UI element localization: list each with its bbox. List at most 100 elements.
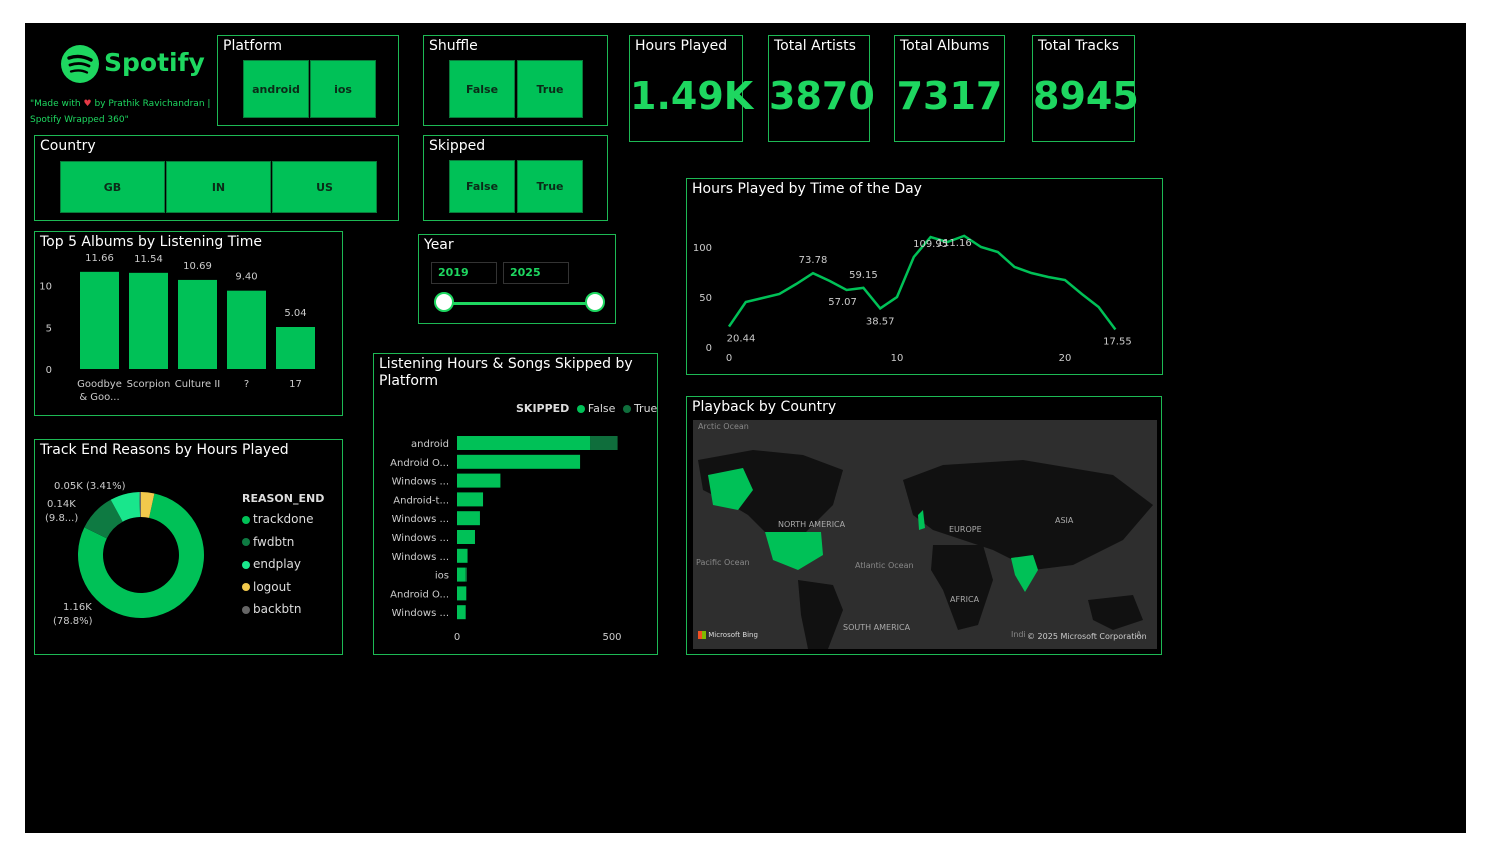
legend-label: backbtn bbox=[253, 602, 302, 616]
shuffle-slicer-title: Shuffle bbox=[429, 38, 478, 54]
y-tick-label: 100 bbox=[693, 243, 712, 254]
platform-bar-false bbox=[457, 473, 501, 488]
album-bar bbox=[80, 271, 119, 369]
platform-category-label: Windows ... bbox=[392, 608, 449, 619]
year-slider-start-handle[interactable] bbox=[434, 292, 454, 312]
country-option-us[interactable]: US bbox=[272, 161, 377, 213]
legend-label: logout bbox=[253, 579, 291, 594]
legend-dot bbox=[242, 605, 250, 614]
year-end-input[interactable]: 2025 bbox=[503, 262, 569, 284]
skipped-option-true[interactable]: True bbox=[517, 160, 583, 213]
kpi-hours-played-value: 1.49K bbox=[630, 74, 754, 118]
platform-category-label: ios bbox=[435, 571, 449, 582]
platform-bar-false bbox=[457, 586, 467, 601]
world-map-svg bbox=[698, 450, 1153, 649]
album-data-label: 9.40 bbox=[235, 272, 257, 283]
map-region-us bbox=[765, 532, 823, 570]
track-end-legend: REASON_END trackdone fwdbtn endplay logout b… bbox=[242, 492, 325, 616]
kpi-total-artists: Total Artists 3870 bbox=[768, 35, 875, 142]
line-chart-svg: 0501000 10 2020.4473.7857.0759.1538.57109.… bbox=[693, 234, 1132, 364]
album-data-label: 5.04 bbox=[284, 308, 306, 319]
x-tick-label: 0 bbox=[726, 353, 732, 364]
track-end-title: Track End Reasons by Hours Played bbox=[40, 442, 289, 458]
platform-slicer-title: Platform bbox=[223, 38, 283, 54]
shuffle-option-false[interactable]: False bbox=[449, 60, 515, 118]
album-bar bbox=[129, 272, 168, 369]
shuffle-option-true[interactable]: True bbox=[517, 60, 583, 118]
spotify-logo-icon bbox=[61, 45, 99, 83]
donut-label-fwdbtn: 0.14K bbox=[47, 499, 76, 510]
map-region-india bbox=[1011, 555, 1038, 592]
platform-option-android[interactable]: android bbox=[243, 60, 309, 118]
year-slider-end-handle[interactable] bbox=[585, 292, 605, 312]
country-slicer: Country GB IN US bbox=[34, 135, 399, 221]
logo-wordmark: Spotify bbox=[104, 48, 205, 77]
x-tick-label: 0 bbox=[454, 632, 460, 643]
album-bar-chart-svg: 0 5 10 11.66 Goodbye & Goo... 11.54 Scorpion 10.… bbox=[39, 253, 315, 403]
y-tick-label: 50 bbox=[699, 293, 712, 304]
legend-item-logout: logout bbox=[242, 580, 291, 594]
legend-item-fwdbtn: fwdbtn bbox=[242, 535, 294, 549]
album-category-label: Scorpion bbox=[127, 379, 171, 390]
year-slicer: Year 2019 2025 bbox=[418, 234, 616, 324]
album-bar bbox=[178, 279, 217, 369]
album-bar bbox=[276, 327, 315, 369]
y-tick-label: 10 bbox=[39, 282, 52, 293]
legend-item-trackdone: trackdone bbox=[242, 512, 314, 526]
album-category-label: 17 bbox=[289, 379, 302, 390]
map-area[interactable]: Arctic Ocean NORTH AMERICA EUROPE ASIA P… bbox=[693, 420, 1157, 649]
x-tick-label: 10 bbox=[891, 353, 904, 364]
album-category-label: Culture II bbox=[175, 379, 220, 390]
donut-label-trackdone: 1.16K bbox=[63, 602, 92, 613]
donut-chart-svg: 0.05K (3.41%) 0.14K (9.8...) 1.16K (78.8%) bbox=[45, 481, 204, 627]
kpi-total-tracks-value: 8945 bbox=[1033, 74, 1139, 118]
logo-block: Spotify "Made with ♥ by Prathik Ravichan… bbox=[30, 38, 215, 128]
kpi-total-artists-value: 3870 bbox=[769, 74, 875, 118]
platform-option-ios[interactable]: ios bbox=[310, 60, 376, 118]
platform-category-label: Windows ... bbox=[392, 477, 449, 488]
line-data-label: 57.07 bbox=[828, 297, 857, 308]
kpi-total-tracks: Total Tracks 8945 bbox=[1032, 35, 1139, 142]
line-data-label: 73.78 bbox=[799, 255, 828, 266]
album-data-label: 10.69 bbox=[183, 261, 212, 272]
y-tick-label: 0 bbox=[706, 343, 712, 354]
platform-skips-chart: Listening Hours & Songs Skipped by Platf… bbox=[373, 353, 658, 655]
donut-label-trackdone-pct: (78.8%) bbox=[53, 616, 93, 627]
playback-map-title: Playback by Country bbox=[692, 399, 837, 415]
platform-bar-false bbox=[457, 548, 468, 563]
legend-label: trackdone bbox=[253, 512, 314, 526]
album-data-label: 11.54 bbox=[134, 254, 163, 265]
line-data-label: 20.44 bbox=[727, 334, 756, 345]
country-option-in[interactable]: IN bbox=[166, 161, 271, 213]
legend-label: fwdbtn bbox=[253, 534, 295, 549]
year-slicer-title: Year bbox=[424, 237, 454, 253]
year-start-input[interactable]: 2019 bbox=[431, 262, 497, 284]
legend-dot bbox=[242, 560, 250, 569]
legend-dot bbox=[242, 515, 250, 524]
dashboard-canvas: Spotify "Made with ♥ by Prathik Ravichan… bbox=[25, 23, 1466, 833]
platform-bar-true bbox=[590, 436, 618, 450]
legend-item-backbtn: backbtn bbox=[242, 602, 301, 616]
legend-dot bbox=[242, 538, 250, 546]
platform-bar-chart-svg: android Android O... Windows ... Android-t.… bbox=[390, 436, 622, 643]
skipped-slicer: Skipped False True bbox=[423, 135, 608, 221]
bing-logo: Microsoft Bing bbox=[698, 631, 758, 639]
hours-by-time-chart: Hours Played by Time of the Day 0 50 100 0 1… bbox=[686, 178, 1163, 375]
country-option-gb[interactable]: GB bbox=[60, 161, 165, 213]
platform-bar-false bbox=[457, 454, 581, 469]
platform-category-label: Android O... bbox=[390, 458, 449, 469]
platform-bar-true bbox=[465, 567, 467, 582]
platform-bar-false bbox=[457, 605, 466, 620]
year-slider-track bbox=[445, 302, 595, 305]
line-data-label: 111.16 bbox=[937, 238, 972, 249]
platform-bar-false bbox=[457, 567, 466, 582]
platform-category-label: Windows ... bbox=[392, 533, 449, 544]
donut-label-fwdbtn-pct: (9.8...) bbox=[45, 513, 78, 524]
credit-text: "Made with ♥ by Prathik Ravichandran | S… bbox=[30, 99, 211, 125]
legend-item-endplay: endplay bbox=[242, 557, 301, 571]
kpi-hours-played: Hours Played 1.49K bbox=[629, 35, 754, 142]
track-end-reasons-chart: Track End Reasons by Hours Played 0.05K … bbox=[34, 439, 343, 655]
album-category-label: Goodbye & Goo... bbox=[77, 379, 122, 403]
platform-category-label: Windows ... bbox=[392, 552, 449, 563]
skipped-option-false[interactable]: False bbox=[449, 160, 515, 213]
